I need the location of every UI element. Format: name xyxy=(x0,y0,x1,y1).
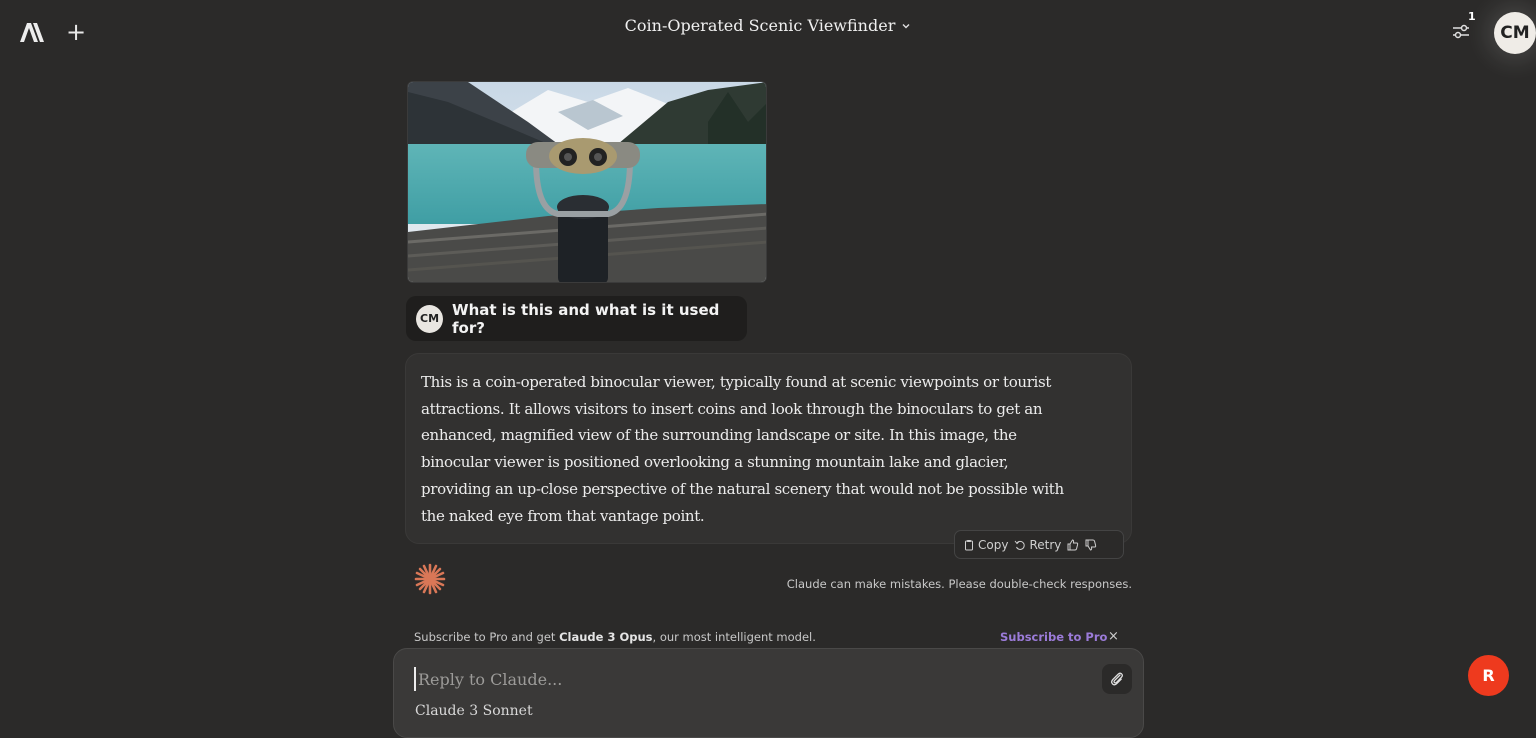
thumbs-down-button[interactable] xyxy=(1085,539,1097,551)
assistant-message-text: This is a coin-operated binocular viewer… xyxy=(421,373,1064,525)
copy-button[interactable]: Copy xyxy=(963,538,1008,552)
thumbs-up-button[interactable] xyxy=(1067,538,1079,551)
attached-image[interactable] xyxy=(407,81,767,283)
floating-action-button[interactable]: R xyxy=(1468,655,1509,696)
copy-label: Copy xyxy=(978,537,1009,552)
top-bar: + Coin-Operated Scenic Viewfinder 1 CM xyxy=(0,0,1536,64)
subscribe-to-pro-link[interactable]: Subscribe to Pro xyxy=(1000,630,1107,644)
conversation-title: Coin-Operated Scenic Viewfinder xyxy=(624,16,896,35)
promo-banner: Subscribe to Pro and get Claude 3 Opus, … xyxy=(414,630,816,644)
conversation-title-dropdown[interactable]: Coin-Operated Scenic Viewfinder xyxy=(619,14,918,37)
model-selector[interactable]: Claude 3 Sonnet xyxy=(415,703,533,719)
reply-input[interactable] xyxy=(414,667,1074,691)
user-avatar[interactable]: CM xyxy=(1494,12,1536,54)
claude-logo-icon xyxy=(414,563,446,595)
message-actions: Copy Retry xyxy=(954,530,1124,559)
promo-prefix: Subscribe to Pro and get xyxy=(414,630,560,644)
settings-badge: 1 xyxy=(1468,10,1476,23)
thumbs-up-icon xyxy=(1067,538,1079,550)
user-message-avatar: CM xyxy=(416,304,444,333)
retry-icon xyxy=(1015,540,1026,550)
clipboard-icon xyxy=(965,539,973,550)
close-promo-button[interactable]: × xyxy=(1108,629,1119,644)
paperclip-icon xyxy=(1111,672,1123,686)
thumbs-down-icon xyxy=(1085,539,1097,551)
retry-label: Retry xyxy=(1029,537,1062,552)
attach-button[interactable] xyxy=(1102,664,1132,694)
retry-button[interactable]: Retry xyxy=(1014,538,1061,552)
promo-suffix: , our most intelligent model. xyxy=(652,630,816,644)
sliders-icon[interactable] xyxy=(1450,22,1472,42)
assistant-message: This is a coin-operated binocular viewer… xyxy=(405,353,1132,544)
chevron-down-icon xyxy=(902,23,910,28)
title-container: Coin-Operated Scenic Viewfinder xyxy=(0,14,1536,37)
disclaimer-text: Claude can make mistakes. Please double-… xyxy=(786,577,1132,591)
user-message-text: What is this and what is it used for? xyxy=(452,300,720,337)
promo-highlight: Claude 3 Opus xyxy=(559,630,653,644)
binocular-viewer-photo xyxy=(408,82,766,282)
user-message: CM What is this and what is it used for? xyxy=(406,296,747,341)
